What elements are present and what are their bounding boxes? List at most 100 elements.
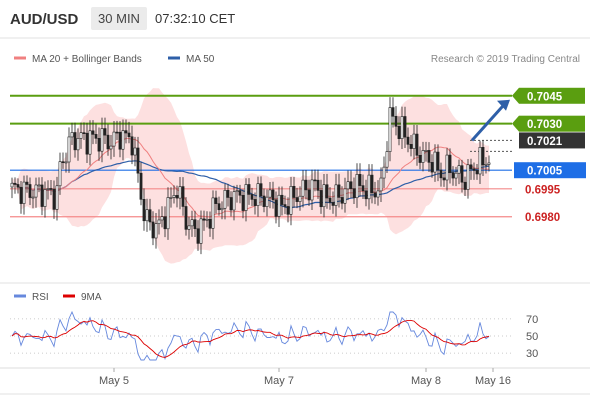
candle-body xyxy=(307,189,311,201)
candle-body xyxy=(325,184,329,199)
candle-body xyxy=(322,184,326,208)
level-0-6980-label: 0.6980 xyxy=(525,212,560,224)
candle-body xyxy=(283,204,287,207)
candle-body xyxy=(463,181,467,190)
rsi-panel: 70 50 30 xyxy=(10,310,538,361)
candle-body xyxy=(367,174,371,200)
candle-body xyxy=(298,195,302,202)
candle-body xyxy=(400,116,404,139)
candle-body xyxy=(142,199,146,222)
candle-body xyxy=(259,183,263,197)
candle-body xyxy=(214,197,218,204)
candle-body xyxy=(451,172,455,179)
candle-body xyxy=(28,184,32,198)
candle-body xyxy=(244,184,248,211)
candle-body xyxy=(442,177,446,181)
candle-body xyxy=(67,136,71,163)
candle-body xyxy=(280,194,284,205)
candle-body xyxy=(229,197,233,211)
rsi-tick-50: 50 xyxy=(526,331,538,343)
candle-body xyxy=(232,191,236,211)
candle-body xyxy=(19,186,23,204)
candle-body xyxy=(184,206,188,230)
candle-body xyxy=(268,189,272,198)
candle-body xyxy=(445,154,449,181)
forecast-arrow-shaft xyxy=(470,103,506,142)
level-0-7030-pointer xyxy=(512,115,519,132)
candle-body xyxy=(331,202,335,206)
candle-body xyxy=(49,188,53,190)
candle-body xyxy=(337,184,341,198)
candle-body xyxy=(76,138,80,151)
candle-body xyxy=(454,172,458,179)
candle-body xyxy=(313,179,317,182)
candle-body xyxy=(25,181,29,185)
candle-body xyxy=(187,225,191,230)
candle-body xyxy=(37,184,41,187)
candle-body xyxy=(271,189,275,201)
level-labels: 0.7045 0.7030 0.7021 0.7005 0.6995 0.6980 xyxy=(512,87,586,224)
candle-body xyxy=(139,172,143,200)
candle-body xyxy=(157,219,161,225)
candle-body xyxy=(475,170,479,175)
candle-body xyxy=(169,197,173,199)
chart-canvas: AUD/USD 30 MIN 07:32:10 CET MA 20 + Boll… xyxy=(0,7,590,395)
candle-body xyxy=(16,184,20,188)
candle-body xyxy=(208,218,212,229)
candle-body xyxy=(388,107,392,152)
candle-body xyxy=(127,132,131,138)
candle-body xyxy=(235,190,239,193)
candle-body xyxy=(166,197,170,230)
candle-body xyxy=(211,197,215,229)
rsi-tick-70: 70 xyxy=(526,314,538,326)
candle-body xyxy=(250,194,254,200)
candle-body xyxy=(88,130,92,155)
candle-body xyxy=(418,154,422,163)
candle-body xyxy=(118,131,122,150)
candle-body xyxy=(301,179,305,197)
candle-body xyxy=(469,164,473,170)
level-0-6995-label: 0.6995 xyxy=(525,184,561,196)
candle-body xyxy=(457,165,461,174)
candle-body xyxy=(10,182,14,188)
candle-body xyxy=(460,165,464,183)
candle-body xyxy=(196,228,200,244)
bollinger-band-fill xyxy=(12,88,489,264)
candle-body xyxy=(397,126,401,139)
candle-body xyxy=(403,116,407,138)
candle-body xyxy=(394,115,398,127)
candle-body xyxy=(64,161,68,164)
candle-body xyxy=(379,177,383,192)
candle-body xyxy=(22,181,26,204)
candle-body xyxy=(94,134,98,139)
candle-body xyxy=(277,194,281,217)
time-label-may-16: May 16 xyxy=(475,375,511,387)
candle-body xyxy=(304,179,308,191)
candle-body xyxy=(193,219,197,230)
candle-body xyxy=(133,147,137,156)
candle-body xyxy=(334,184,338,206)
candle-body xyxy=(484,164,488,166)
candle-body xyxy=(481,147,485,166)
candle-body xyxy=(91,130,95,135)
pair-title: AUD/USD xyxy=(10,11,79,28)
candle-body xyxy=(382,166,386,179)
candle-body xyxy=(109,145,113,150)
candle-body xyxy=(61,161,65,163)
candle-body xyxy=(79,132,83,139)
candle-body xyxy=(205,218,209,221)
candle-body xyxy=(349,181,353,190)
candle-body xyxy=(172,195,176,198)
time-label-may-5: May 5 xyxy=(99,375,129,387)
ma50-legend-label: MA 50 xyxy=(186,54,215,65)
candle-body xyxy=(226,190,230,198)
candle-body xyxy=(106,134,110,150)
candle-body xyxy=(316,179,320,191)
candle-body xyxy=(424,150,428,152)
candle-body xyxy=(253,199,257,206)
candle-body xyxy=(34,184,38,198)
candle-body xyxy=(478,147,482,175)
candle-body xyxy=(97,138,101,152)
level-0-7045-label: 0.7045 xyxy=(527,91,563,103)
credit-text: Research © 2019 Trading Central xyxy=(431,54,580,65)
